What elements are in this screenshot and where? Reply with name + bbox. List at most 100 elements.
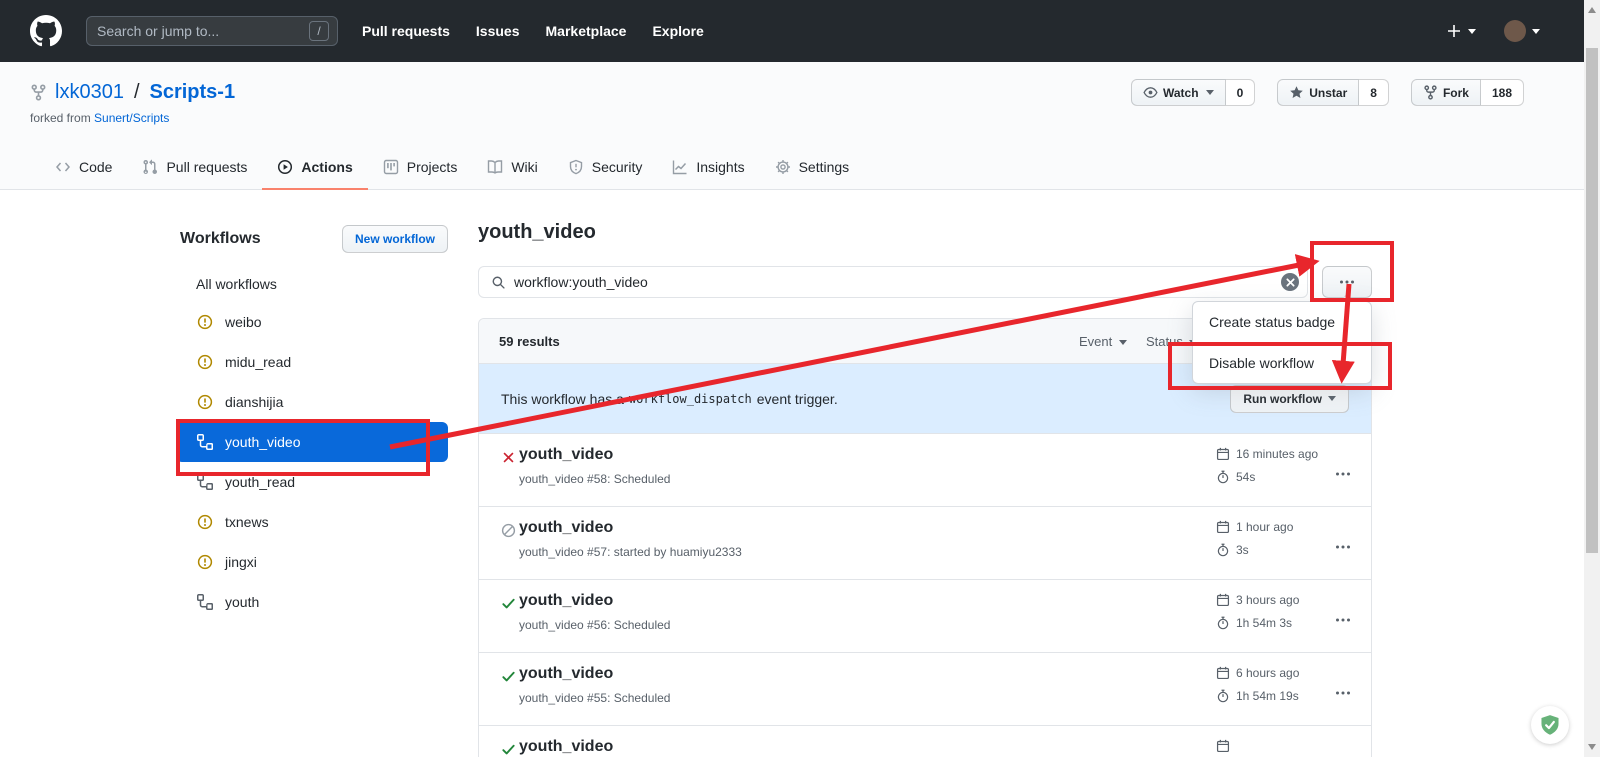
- run-options-kebab-button[interactable]: [1331, 606, 1355, 629]
- new-workflow-button[interactable]: New workflow: [342, 225, 448, 253]
- run-name-link[interactable]: youth_video: [519, 519, 613, 537]
- menu-item-create-status-badge[interactable]: Create status badge: [1193, 302, 1371, 342]
- check-success-icon: [501, 742, 516, 757]
- run-name-link[interactable]: youth_video: [519, 592, 613, 610]
- tab-actions[interactable]: Actions: [262, 146, 367, 190]
- repo-forked-icon: [30, 84, 47, 101]
- watch-label: Watch: [1163, 86, 1199, 100]
- nav-link-explore[interactable]: Explore: [652, 23, 703, 39]
- workflow-item-midu-read[interactable]: midu_read: [176, 342, 448, 382]
- star-icon: [1289, 85, 1304, 100]
- run-description: youth_video #56: Scheduled: [519, 618, 670, 632]
- workflows-title: Workflows: [176, 230, 261, 248]
- fork-source-link[interactable]: Sunert/Scripts: [94, 111, 169, 125]
- circle-slash-cancelled-icon: [501, 523, 516, 538]
- workflow-options-kebab-button[interactable]: [1322, 266, 1372, 298]
- status-filter-label: Status: [1146, 334, 1183, 349]
- status-filter-dropdown[interactable]: Status: [1146, 334, 1197, 349]
- watch-button-group: Watch 0: [1131, 79, 1255, 106]
- warning-icon: [197, 314, 213, 330]
- repo-name-link[interactable]: Scripts-1: [150, 81, 236, 104]
- navbar-links: Pull requests Issues Marketplace Explore: [362, 23, 704, 39]
- tab-label: Security: [592, 159, 643, 175]
- workflow-list: weibo midu_read dianshijia youth_video y…: [176, 302, 448, 622]
- tab-projects[interactable]: Projects: [368, 146, 473, 190]
- workflow-item-txnews[interactable]: txnews: [176, 502, 448, 542]
- tab-pull-requests[interactable]: Pull requests: [127, 146, 262, 190]
- close-icon: [1286, 278, 1295, 287]
- scrollbar-down-arrow[interactable]: [1588, 744, 1596, 750]
- workflow-item-label: txnews: [225, 514, 269, 530]
- workflow-icon: [197, 594, 213, 610]
- book-icon: [487, 159, 503, 175]
- run-name-link[interactable]: youth_video: [519, 738, 613, 756]
- github-actions-page: / Pull requests Issues Marketplace Explo…: [0, 0, 1600, 757]
- gear-icon: [775, 159, 791, 175]
- tab-settings[interactable]: Settings: [760, 146, 865, 190]
- fork-count[interactable]: 188: [1481, 79, 1524, 106]
- fork-button[interactable]: Fork: [1411, 79, 1481, 106]
- global-search[interactable]: /: [86, 16, 338, 46]
- run-options-kebab-button[interactable]: [1331, 533, 1355, 556]
- run-name-link[interactable]: youth_video: [519, 446, 613, 464]
- github-logo-icon[interactable]: [30, 15, 62, 47]
- all-workflows-link[interactable]: All workflows: [196, 276, 448, 292]
- unstar-button[interactable]: Unstar: [1277, 79, 1359, 106]
- play-icon: [277, 159, 293, 175]
- graph-icon: [672, 159, 688, 175]
- adguard-extension-badge[interactable]: [1531, 706, 1569, 744]
- plus-menu-caret-icon[interactable]: [1468, 29, 1476, 34]
- repo-slash: /: [134, 81, 140, 104]
- unstar-label: Unstar: [1309, 86, 1347, 100]
- banner-text: event trigger.: [757, 391, 838, 407]
- run-options-kebab-button[interactable]: [1331, 679, 1355, 702]
- avatar[interactable]: [1504, 20, 1526, 42]
- watch-button[interactable]: Watch: [1131, 79, 1226, 106]
- runs-search-input[interactable]: [514, 274, 1281, 290]
- workflow-item-dianshijia[interactable]: dianshijia: [176, 382, 448, 422]
- global-search-input[interactable]: [97, 23, 309, 39]
- workflow-item-youth-video[interactable]: youth_video: [176, 422, 448, 462]
- tab-security[interactable]: Security: [553, 146, 658, 190]
- calendar-icon: [1216, 666, 1230, 680]
- banner-text: This workflow has a: [501, 391, 624, 407]
- tab-wiki[interactable]: Wiki: [472, 146, 552, 190]
- workflow-item-jingxi[interactable]: jingxi: [176, 542, 448, 582]
- watch-caret-icon: [1206, 90, 1214, 95]
- tab-label: Pull requests: [166, 159, 247, 175]
- workflows-sidebar: Workflows New workflow All workflows wei…: [176, 224, 448, 622]
- workflow-icon: [197, 434, 213, 450]
- run-duration: 3s: [1216, 543, 1249, 557]
- tab-code[interactable]: Code: [40, 146, 127, 190]
- tab-insights[interactable]: Insights: [657, 146, 759, 190]
- clear-search-button[interactable]: [1281, 273, 1299, 291]
- calendar-icon: [1216, 593, 1230, 607]
- run-workflow-button[interactable]: Run workflow: [1230, 385, 1349, 413]
- plus-icon[interactable]: [1446, 23, 1462, 39]
- tab-label: Settings: [799, 159, 850, 175]
- watch-count[interactable]: 0: [1226, 79, 1256, 106]
- repo-owner-link[interactable]: lxk0301: [55, 81, 124, 104]
- run-row: youth_video: [479, 725, 1371, 757]
- workflow-item-weibo[interactable]: weibo: [176, 302, 448, 342]
- run-options-kebab-button[interactable]: [1331, 460, 1355, 483]
- workflow-item-youth-read[interactable]: youth_read: [176, 462, 448, 502]
- nav-link-marketplace[interactable]: Marketplace: [546, 23, 627, 39]
- scrollbar-thumb[interactable]: [1586, 48, 1598, 553]
- avatar-menu-caret-icon[interactable]: [1532, 29, 1540, 34]
- star-count[interactable]: 8: [1359, 79, 1389, 106]
- runs-search-row: [478, 266, 1372, 298]
- workflow-item-youth[interactable]: youth: [176, 582, 448, 622]
- nav-link-issues[interactable]: Issues: [476, 23, 520, 39]
- run-row: youth_video youth_video #56: Scheduled 3…: [479, 579, 1371, 652]
- event-filter-dropdown[interactable]: Event: [1079, 334, 1127, 349]
- runs-search-box[interactable]: [478, 266, 1308, 298]
- menu-item-disable-workflow[interactable]: Disable workflow: [1193, 342, 1371, 383]
- sidebar-header: Workflows New workflow: [176, 224, 448, 254]
- scrollbar-up-arrow[interactable]: [1588, 7, 1596, 13]
- run-row: youth_video youth_video #55: Scheduled 6…: [479, 652, 1371, 725]
- run-name-link[interactable]: youth_video: [519, 665, 613, 683]
- warning-icon: [197, 394, 213, 410]
- nav-link-pull-requests[interactable]: Pull requests: [362, 23, 450, 39]
- repo-header: lxk0301 / Scripts-1 forked from Sunert/S…: [0, 62, 1584, 190]
